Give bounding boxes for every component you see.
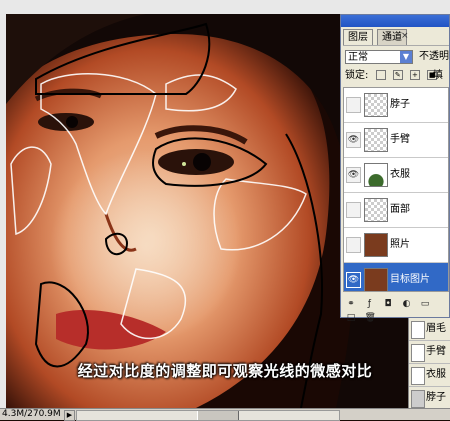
layer-row-selected[interactable]: 👁 目标图片	[344, 263, 448, 291]
horizontal-scrollbar[interactable]	[76, 410, 340, 421]
layer-thumbnail	[364, 268, 388, 291]
panel-tabs: 图层 通道 ×	[343, 29, 449, 45]
blend-mode-value: 正常	[348, 52, 368, 63]
blend-mode-select[interactable]: 正常 ▼	[345, 50, 413, 64]
item-thumbnail	[411, 367, 425, 385]
item-thumbnail	[411, 390, 425, 408]
item-thumbnail	[411, 344, 425, 362]
tab-layers-label: 图层	[348, 32, 368, 43]
item-label: 眉毛	[426, 323, 446, 334]
close-icon[interactable]: ×	[401, 31, 409, 41]
document-size: 4.3M/270.9M	[2, 409, 61, 419]
panel-titlebar[interactable]	[341, 15, 449, 27]
lock-paint-icon[interactable]: ✎	[392, 70, 403, 80]
secondary-panel[interactable]: 眉毛 手臂 衣服 脖子	[408, 318, 450, 410]
layer-name: 目标图片	[390, 274, 430, 285]
list-item[interactable]: 眉毛	[409, 318, 450, 341]
visibility-toggle[interactable]	[346, 97, 361, 113]
layer-row[interactable]: 👁 衣服	[344, 158, 448, 193]
layer-name: 脖子	[390, 99, 410, 110]
layer-row[interactable]: 👁 手臂	[344, 123, 448, 158]
layer-thumbnail	[364, 93, 388, 117]
chevron-right-icon[interactable]: ▶	[64, 410, 75, 421]
layer-name: 手臂	[390, 134, 410, 145]
mask-icon[interactable]: ◘	[383, 299, 393, 309]
list-item[interactable]: 手臂	[409, 341, 450, 364]
layer-thumbnail	[364, 233, 388, 257]
eye-icon[interactable]: 👁	[346, 132, 361, 148]
opacity-label: 不透明	[419, 51, 449, 62]
chevron-down-icon[interactable]: ▼	[400, 51, 412, 63]
fill-label: 填	[433, 70, 443, 81]
layer-row[interactable]: 照片	[344, 228, 448, 263]
item-label: 手臂	[426, 346, 446, 357]
visibility-toggle[interactable]	[346, 202, 361, 218]
tutorial-caption: 经过对比度的调整即可观察光线的微感对比	[77, 362, 373, 380]
layer-options: 正常 ▼ 不透明 锁定: ✎ + ■ 填	[343, 45, 449, 86]
layer-style-icon[interactable]: ƒ	[365, 299, 375, 309]
layer-toolbar: ⚭ ƒ ◘ ◐ ▭ □ 🗑	[343, 295, 449, 323]
eye-icon[interactable]: 👁	[346, 167, 361, 183]
lock-label: 锁定:	[345, 70, 369, 81]
layer-row[interactable]: 脖子	[344, 88, 448, 123]
list-item[interactable]: 衣服	[409, 364, 450, 387]
tab-channels-label: 通道	[382, 32, 402, 43]
top-ruler	[0, 0, 450, 15]
layer-list[interactable]: 脖子 👁 手臂 👁 衣服 面部 照片 👁 目标图片 👁	[343, 87, 449, 292]
item-thumbnail	[411, 321, 425, 339]
layer-thumbnail	[364, 163, 388, 187]
new-layer-icon[interactable]: □	[346, 313, 356, 323]
layer-name: 衣服	[390, 169, 410, 180]
visibility-toggle[interactable]	[346, 237, 361, 253]
status-bar: 4.3M/270.9M ▶	[0, 408, 450, 421]
layer-row[interactable]: 面部	[344, 193, 448, 228]
layer-name: 照片	[390, 239, 410, 250]
list-item[interactable]: 脖子	[409, 387, 450, 410]
layer-thumbnail	[364, 128, 388, 152]
adjustment-icon[interactable]: ◐	[402, 299, 412, 309]
item-label: 脖子	[426, 392, 446, 403]
layer-name: 面部	[390, 204, 410, 215]
eye-icon[interactable]: 👁	[346, 272, 361, 288]
item-label: 衣服	[426, 369, 446, 380]
link-icon[interactable]: ⚭	[346, 299, 356, 309]
tab-layers[interactable]: 图层	[343, 29, 373, 45]
folder-icon[interactable]: ▭	[420, 299, 430, 309]
trash-icon[interactable]: 🗑	[365, 313, 376, 323]
lock-row: 锁定: ✎ + ■	[345, 69, 438, 83]
lock-move-icon[interactable]: +	[409, 70, 420, 80]
layers-panel[interactable]: 图层 通道 × 正常 ▼ 不透明 锁定: ✎ + ■ 填 脖子 👁 手臂 👁 衣…	[340, 14, 450, 323]
lock-transparency-icon[interactable]	[375, 70, 386, 80]
layer-thumbnail	[364, 198, 388, 222]
